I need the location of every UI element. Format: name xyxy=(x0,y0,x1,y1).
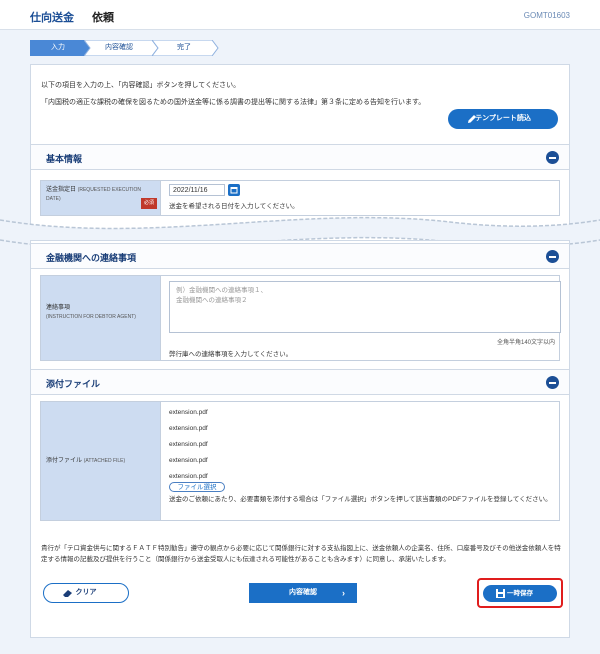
file-item[interactable]: extension.pdf xyxy=(169,441,208,457)
section-basic-header: 基本情報 xyxy=(31,144,569,170)
section-bank-header: 金融機関への連絡事項 xyxy=(31,243,569,269)
collapse-basic-icon[interactable] xyxy=(546,151,559,164)
confirm-label: 内容確認 xyxy=(289,589,317,596)
confirm-button[interactable]: 内容確認 › xyxy=(249,583,357,603)
step-complete: 完了 xyxy=(152,40,219,56)
chevron-right-icon: › xyxy=(342,588,345,598)
collapse-attach-icon[interactable] xyxy=(546,376,559,389)
collapse-bank-icon[interactable] xyxy=(546,250,559,263)
file-select-button[interactable]: ファイル選択 xyxy=(169,482,225,492)
template-load-button[interactable]: テンプレート読込 xyxy=(448,109,558,129)
step-confirm: 内容確認 xyxy=(84,40,159,56)
instruction-placeholder-2: 金融機関への連絡事項２ xyxy=(176,297,248,304)
attach-label-cell: 添付ファイル (ATTACHED FILE) xyxy=(41,402,161,520)
instruction-label-cell: 連絡事項 (INSTRUCTION FOR DEBTOR AGENT) xyxy=(41,276,161,360)
char-counter: 全角半角140文字以内 xyxy=(496,340,555,346)
calendar-icon xyxy=(230,187,238,194)
instruction-label: 連絡事項 xyxy=(46,305,71,311)
template-load-label: テンプレート読込 xyxy=(475,115,531,122)
intro-text-1: 以下の項目を入力の上、「内容確認」ボタンを押してください。 xyxy=(41,82,241,89)
section-bank-title: 金融機関への連絡事項 xyxy=(46,253,137,263)
file-item[interactable]: extension.pdf xyxy=(169,409,208,425)
temporary-save-label: 一時保存 xyxy=(507,590,533,597)
step-complete-label: 完了 xyxy=(177,44,191,51)
eraser-icon xyxy=(63,590,72,597)
step-confirm-label: 内容確認 xyxy=(105,44,133,51)
section-attach-title: 添付ファイル xyxy=(46,379,101,389)
date-label: 送金指定日 xyxy=(46,187,77,193)
attach-hint: 送金のご依頼にあたり、必要書類を添付する場合は「ファイル選択」ボタンを押して該当… xyxy=(169,496,552,503)
file-list: extension.pdf extension.pdf extension.pd… xyxy=(169,409,208,489)
section-basic-title: 基本情報 xyxy=(46,154,83,164)
floppy-disk-icon xyxy=(496,589,505,598)
instruction-textarea[interactable]: 例）金融機関への連絡事項１、 金融機関への連絡事項２ xyxy=(169,281,561,333)
page-category: 仕向送金 xyxy=(30,12,74,24)
save-button-highlight: 一時保存 xyxy=(477,578,563,608)
lower-card: 金融機関への連絡事項 連絡事項 (INSTRUCTION FOR DEBTOR … xyxy=(30,240,570,638)
section-attach-header: 添付ファイル xyxy=(31,369,569,395)
row-instruction: 連絡事項 (INSTRUCTION FOR DEBTOR AGENT) 例）金融… xyxy=(40,275,561,361)
clear-label: クリア xyxy=(75,589,97,596)
attach-label-en: (ATTACHED FILE) xyxy=(83,458,126,464)
instruction-label-en: (INSTRUCTION FOR DEBTOR AGENT) xyxy=(46,314,136,320)
temporary-save-button[interactable]: 一時保存 xyxy=(483,585,557,602)
file-item[interactable]: extension.pdf xyxy=(169,457,208,473)
attach-label: 添付ファイル xyxy=(46,458,83,464)
calendar-button[interactable] xyxy=(228,184,240,196)
clear-button[interactable]: クリア xyxy=(43,583,129,603)
pencil-icon xyxy=(468,115,476,123)
top-bar: 仕向送金 依頼 GOMT01603 xyxy=(0,0,600,30)
intro-text-2: 「内国税の適正な課税の確保を図るための国外送金等に係る調書の提出等に関する法律」… xyxy=(41,99,426,106)
row-attachment: 添付ファイル (ATTACHED FILE) extension.pdf ext… xyxy=(40,401,560,521)
step-input-label: 入力 xyxy=(51,44,65,51)
page-title: 依頼 xyxy=(92,12,114,24)
instruction-hint: 弊行庫への連絡事項を入力してください。 xyxy=(169,351,293,358)
screen-code: GOMT01603 xyxy=(523,11,570,20)
file-item[interactable]: extension.pdf xyxy=(169,425,208,441)
step-input: 入力 xyxy=(30,40,90,56)
date-input[interactable]: 2022/11/16 xyxy=(169,184,225,196)
instruction-placeholder-1: 例）金融機関への連絡事項１、 xyxy=(176,287,267,294)
fatf-consent-notice: 貴行が「テロ資金供与に関するＦＡＴＦ特別勧告」遵守の観点から必要に応じて関係銀行… xyxy=(41,545,561,563)
